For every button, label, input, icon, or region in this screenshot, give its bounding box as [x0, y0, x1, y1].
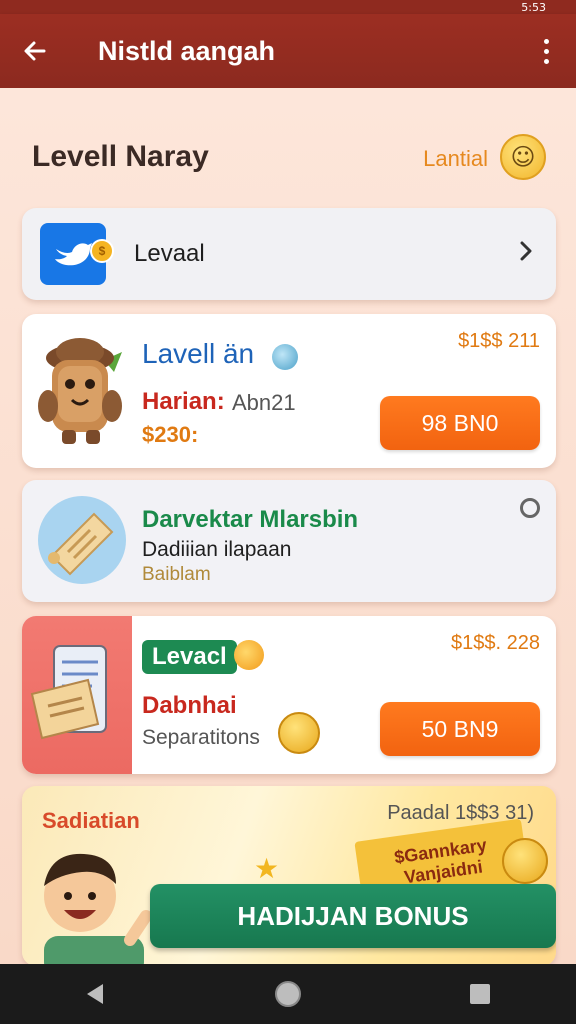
- smiley-icon: ☺: [500, 134, 546, 180]
- document-illustration: [22, 616, 132, 774]
- coin-badge-icon: $: [90, 239, 114, 263]
- offer-card-1[interactable]: Lavell än Harian: Abn21 $230: $1$$ 211 9…: [22, 314, 556, 468]
- star-coin-icon: [234, 640, 264, 670]
- back-arrow-icon[interactable]: [0, 14, 70, 88]
- happy-man-illustration: [30, 840, 152, 966]
- offer2-line2: Baiblam: [142, 564, 211, 585]
- square-recent-icon[interactable]: [450, 969, 510, 1019]
- offer3-subtitle: Separatitons: [142, 726, 260, 749]
- triangle-back-icon[interactable]: [66, 969, 126, 1019]
- section-link[interactable]: Lantial: [423, 146, 488, 172]
- level-label: Levaal: [134, 240, 205, 267]
- offer-card-2[interactable]: Darvektar Mlarsbin Dadiiian ilapaan Baib…: [22, 480, 556, 602]
- bonus-button[interactable]: HADIJJAN BONUS: [150, 884, 556, 948]
- system-nav-bar: [0, 964, 576, 1024]
- app-bar: Nistld aangah: [0, 14, 576, 88]
- bird-app-icon: $: [40, 223, 114, 285]
- app-title: Nistld aangah: [98, 35, 276, 66]
- offer-card-3[interactable]: Levacl Dabnhai Separatitons $1$$. 228 50…: [22, 616, 556, 774]
- offer1-subtitle: Harian:: [142, 388, 225, 415]
- offer1-price: $230:: [142, 422, 199, 447]
- scroll-illustration: [38, 494, 126, 586]
- offer3-badge: Levacl: [142, 640, 237, 674]
- offer1-button[interactable]: 98 BN0: [380, 396, 540, 450]
- promo-heading: Sadiatian: [42, 808, 140, 833]
- mascot-illustration: [34, 330, 126, 452]
- offer1-corner-price: $1$$ 211: [458, 330, 540, 352]
- offer2-title: Darvektar Mlarsbin: [142, 506, 359, 533]
- status-bar: 5:53: [0, 0, 576, 14]
- status-time: 5:53: [521, 0, 546, 14]
- offer1-title: Lavell än: [142, 338, 255, 369]
- chevron-right-icon: [496, 239, 556, 269]
- offer3-title: Dabnhai: [142, 692, 237, 719]
- offer2-line1: Dadiiian ilapaan: [142, 538, 292, 561]
- globe-icon: [272, 344, 298, 370]
- section-title: Levell Naray: [32, 140, 209, 173]
- offer3-corner-price: $1$$. 228: [451, 632, 540, 654]
- radio-icon[interactable]: [520, 498, 540, 518]
- more-vert-icon[interactable]: [516, 14, 576, 88]
- gold-coin-icon: [278, 712, 320, 754]
- content-area: Levell Naray Lantial ☺ $ Levaal Lavell ä…: [0, 88, 576, 966]
- promo-coin-icon: [502, 838, 548, 884]
- promo-card: Sadiatian Paadal 1$$3 31) $Gannkary Vanj…: [22, 786, 556, 966]
- offer3-button[interactable]: 50 BN9: [380, 702, 540, 756]
- sparkle-star-icon: ★: [254, 853, 280, 884]
- offer1-subtitle-tail: Abn21: [232, 390, 296, 415]
- circle-home-icon[interactable]: [258, 969, 318, 1019]
- level-card[interactable]: $ Levaal: [22, 208, 556, 300]
